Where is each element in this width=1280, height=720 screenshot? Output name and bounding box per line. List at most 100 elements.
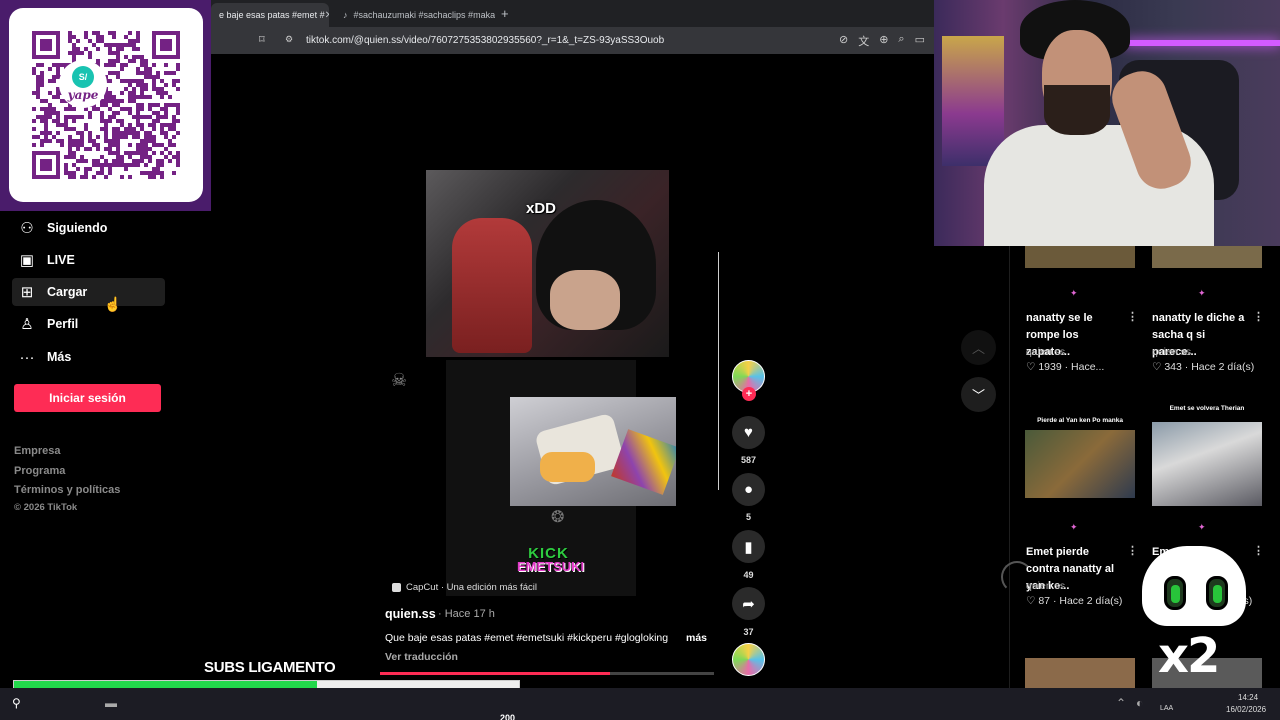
hand-image (540, 452, 595, 482)
related-time: Hace... (1071, 361, 1105, 373)
sidebar-item-label: Más (47, 350, 72, 364)
bookmark-icon[interactable]: ⌑ (259, 33, 265, 46)
video-author[interactable]: quien.ss (385, 607, 436, 621)
app-icon[interactable]: ▬ (105, 696, 117, 710)
footer-link-company[interactable]: Empresa (14, 445, 60, 457)
video-progress-bar[interactable] (380, 672, 714, 675)
browser-tab-active[interactable]: e baje esas patas #emet # ✕ (211, 3, 329, 27)
caption-more-link[interactable]: más (686, 632, 707, 644)
clock-date[interactable]: 16/02/2026 (1226, 705, 1266, 714)
heart-icon: ♥ (744, 424, 753, 441)
comment-icon: ● (743, 481, 754, 498)
bookmark-icon: ▮ (744, 538, 753, 556)
goal-target-text: 200 (500, 713, 516, 720)
skull-watermark-icon: ☠ (391, 370, 408, 390)
related-thumb[interactable] (1025, 246, 1135, 268)
streamer-webcam (934, 0, 1280, 246)
search-icon[interactable]: ⚲ (12, 696, 21, 710)
copyright-text: © 2026 TikTok (14, 502, 78, 513)
like-button[interactable]: ♥ (732, 416, 765, 449)
share-arrow-icon: ➦ (742, 595, 755, 613)
more-dots-icon: ··· (19, 348, 35, 366)
translate-icon[interactable]: 文 (858, 33, 869, 49)
capcut-tag[interactable]: CapCut · Una edición más fácil (392, 582, 537, 593)
windows-taskbar: ⚲ ▬ ⌃ ◐ LAA 14:24 16/02/2026 (0, 688, 1280, 720)
related-thumb[interactable] (1025, 658, 1135, 688)
zoom-icon[interactable]: ⊕ (879, 33, 888, 49)
sidebar-item-label: LIVE (47, 253, 75, 267)
related-thumb[interactable] (1025, 430, 1135, 498)
yape-qr-overlay: S/ yape (0, 0, 211, 211)
sidebar-item-label: Cargar (47, 285, 88, 299)
sidebar-item-profile[interactable]: ♙ Perfil (12, 310, 165, 338)
capcut-icon (392, 583, 401, 592)
previous-video-button[interactable]: ︿ (961, 330, 996, 365)
tray-app-icon[interactable]: ◐ (1136, 696, 1143, 710)
close-tab-icon[interactable]: ✕ (325, 10, 329, 21)
browser-tab[interactable]: ♪ #sachauzumaki #sachaclips #makana ✕ (335, 3, 495, 27)
url-field[interactable]: tiktok.com/@quien.ss/video/7607275353802… (306, 35, 664, 46)
music-disc-avatar[interactable] (732, 643, 765, 676)
no-cast-icon[interactable]: ⊘ (839, 33, 848, 49)
crayons-image (611, 429, 676, 495)
save-button[interactable]: ▮ (732, 530, 765, 563)
video-player[interactable]: xDD (426, 170, 669, 357)
related-stats: ♡ 1939 · Hace... (1026, 361, 1105, 373)
chevron-down-icon: ﹀ (971, 388, 985, 403)
qr-card: S/ yape (9, 8, 203, 202)
share-count: 37 (743, 627, 754, 637)
channel-logo-icon: ✦ (1198, 522, 1206, 532)
follow-plus-icon[interactable]: + (742, 387, 756, 401)
new-tab-icon[interactable]: + (501, 6, 509, 21)
login-button[interactable]: Iniciar sesión (14, 384, 161, 412)
comment-button[interactable]: ● (732, 473, 765, 506)
sidebar-item-label: Perfil (47, 317, 79, 331)
video-caption: Que baje esas patas #emet #emetsuki #kic… (385, 632, 669, 644)
translate-link[interactable]: Ver traducción (385, 651, 458, 663)
heart-outline-icon: ♡ (1026, 361, 1036, 373)
yape-logo: S/ yape (59, 60, 107, 108)
footer-link-terms[interactable]: Términos y políticas (14, 484, 120, 496)
tiktok-favicon-icon: ♪ (343, 10, 348, 20)
share-button[interactable]: ➦ (732, 587, 765, 620)
search-icon[interactable]: ⌕ (898, 33, 904, 49)
chevron-up-icon[interactable]: ⌃ (1116, 696, 1126, 710)
related-likes: 87 (1038, 595, 1051, 607)
sidebar-item-label: Siguiendo (47, 221, 108, 235)
qr-code-icon (32, 31, 180, 179)
card-menu-icon[interactable]: ⋮ (1253, 310, 1264, 323)
live-tv-icon: ▣ (19, 252, 35, 269)
following-icon: ⚇ (20, 220, 34, 237)
related-thumb[interactable] (1152, 246, 1262, 268)
streamer-beard (1044, 85, 1110, 135)
card-menu-icon[interactable]: ⋮ (1127, 310, 1138, 323)
sidebar-item-upload[interactable]: ⊞ Cargar (12, 278, 165, 306)
video-person-face (550, 270, 620, 330)
save-count: 49 (743, 570, 754, 580)
sidebar-item-following[interactable]: ⚇ Siguiendo (12, 214, 165, 242)
clock-time[interactable]: 14:24 (1238, 693, 1258, 702)
related-stats: ♡ 87 · Hace 2 día(s) (1026, 595, 1123, 607)
card-menu-icon[interactable]: ⋮ (1253, 544, 1264, 557)
cat-watermark-icon: ❂ (551, 509, 565, 526)
related-user[interactable]: quien.ss (1152, 346, 1191, 358)
keyboard-language[interactable]: LAA (1160, 705, 1173, 712)
sidebar-item-live[interactable]: ▣ LIVE (12, 246, 165, 274)
channel-logo-icon: ✦ (1070, 522, 1078, 532)
thumb-caption: Emet se volvera Therian (1169, 405, 1245, 412)
tab-title: e baje esas patas #emet # (219, 10, 325, 20)
kick-logo: KICK EMETSUKI (517, 545, 584, 574)
upload-icon: ⊞ (20, 284, 34, 301)
screen-icon[interactable]: ▭ (915, 33, 925, 49)
site-info-icon[interactable]: ⚙ (285, 34, 293, 45)
skull-x2-overlay: x2 (1136, 546, 1246, 696)
tab-title: #sachauzumaki #sachaclips #makana (353, 10, 496, 20)
sidebar-item-more[interactable]: ··· Más (12, 343, 165, 371)
footer-link-program[interactable]: Programa (14, 465, 65, 477)
related-user[interactable]: quien.ss (1026, 346, 1065, 358)
heart-outline-icon: ♡ (1152, 361, 1162, 373)
related-thumb[interactable] (1152, 422, 1262, 506)
video-posted-time: · Hace 17 h (438, 608, 495, 620)
next-video-button[interactable]: ﹀ (961, 377, 996, 412)
thumb-caption: Pierde al Yan ken Po manka (1037, 417, 1123, 424)
